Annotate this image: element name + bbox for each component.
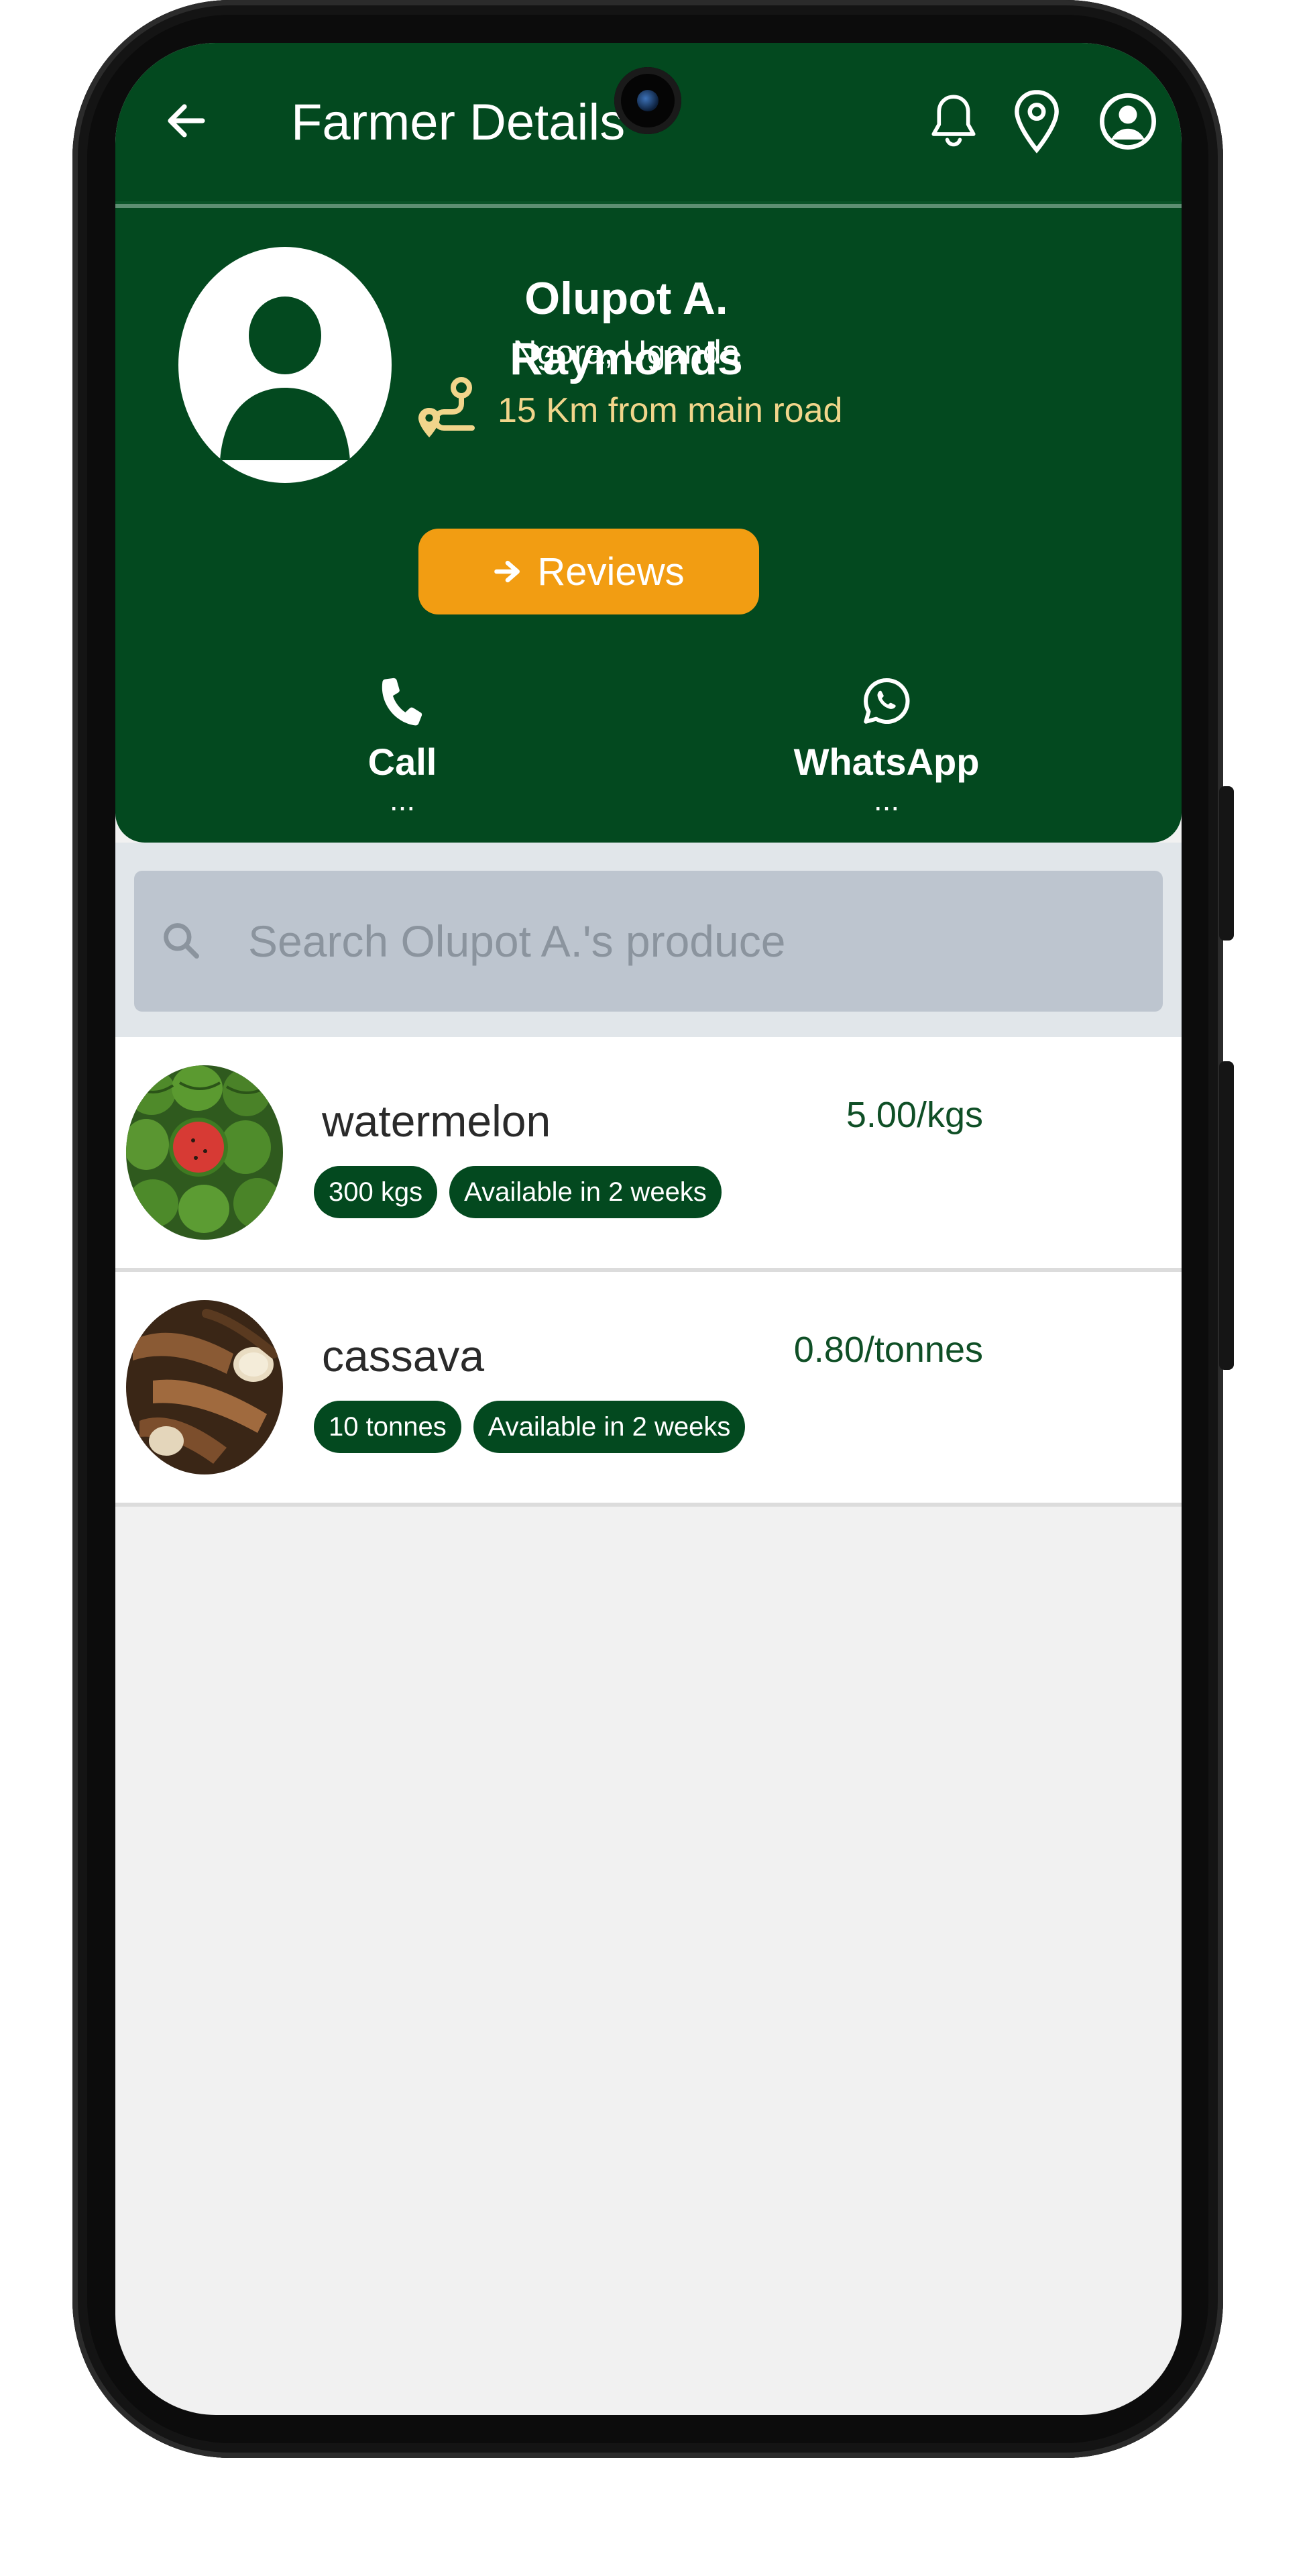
account-button[interactable] xyxy=(1094,85,1161,158)
list-item[interactable]: cassava 0.80/tonnes 10 tonnes Available … xyxy=(115,1272,1182,1507)
whatsapp-button[interactable]: WhatsApp ... xyxy=(779,664,994,825)
produce-tags: 10 tonnes Available in 2 weeks xyxy=(314,1401,746,1453)
whatsapp-icon xyxy=(864,678,910,724)
back-button[interactable] xyxy=(156,90,217,152)
search-bar[interactable] xyxy=(134,871,1163,1012)
power-button xyxy=(1219,786,1234,941)
app-screen: Farmer Details Olupot A. Raymonds Ngora,… xyxy=(115,43,1182,2415)
cassava-image xyxy=(126,1300,283,1474)
route-icon xyxy=(418,377,475,437)
produce-name: cassava xyxy=(322,1331,485,1381)
front-camera xyxy=(614,67,681,134)
quantity-badge: 10 tonnes xyxy=(314,1401,461,1453)
phone-icon xyxy=(382,678,422,726)
availability-badge: Available in 2 weeks xyxy=(449,1166,722,1218)
produce-name: watermelon xyxy=(322,1096,551,1146)
call-label: Call xyxy=(367,741,437,783)
availability-badge: Available in 2 weeks xyxy=(473,1401,746,1453)
search-input[interactable] xyxy=(248,904,1133,978)
farmer-location: Ngora, Uganda xyxy=(512,333,740,371)
produce-price: 0.80/tonnes xyxy=(793,1330,983,1370)
page-title: Farmer Details xyxy=(291,94,626,151)
call-button[interactable]: Call ... xyxy=(295,664,510,825)
produce-tags: 300 kgs Available in 2 weeks xyxy=(314,1166,722,1218)
app-bar: Farmer Details xyxy=(115,43,1182,204)
distance-from-road: 15 Km from main road xyxy=(498,391,843,430)
back-arrow-icon xyxy=(168,104,205,138)
arrow-right-icon xyxy=(494,560,520,583)
search-icon xyxy=(164,923,199,959)
reviews-button[interactable]: Reviews xyxy=(418,529,759,614)
notifications-button[interactable] xyxy=(920,85,987,158)
location-pin-icon xyxy=(1015,90,1059,154)
account-icon xyxy=(1099,93,1157,150)
call-number: ... xyxy=(389,782,416,817)
watermelon-image xyxy=(126,1065,283,1240)
produce-list: watermelon 5.00/kgs 300 kgs Available in… xyxy=(115,1037,1182,1507)
avatar xyxy=(178,247,392,483)
quantity-badge: 300 kgs xyxy=(314,1166,438,1218)
location-button[interactable] xyxy=(1003,85,1070,158)
farmer-name: Olupot A. Raymonds xyxy=(510,273,743,384)
search-section xyxy=(115,843,1182,1037)
farmer-profile-header: Olupot A. Raymonds Ngora, Uganda 15 Km f… xyxy=(115,208,1182,843)
avatar-person-icon xyxy=(220,297,350,460)
app-bar-divider xyxy=(115,201,1182,208)
bell-icon xyxy=(931,95,976,147)
whatsapp-number: ... xyxy=(873,782,900,817)
produce-price: 5.00/kgs xyxy=(846,1095,983,1135)
list-item[interactable]: watermelon 5.00/kgs 300 kgs Available in… xyxy=(115,1037,1182,1272)
reviews-button-label: Reviews xyxy=(537,549,685,594)
volume-button xyxy=(1219,1061,1234,1370)
whatsapp-label: WhatsApp xyxy=(793,741,980,783)
